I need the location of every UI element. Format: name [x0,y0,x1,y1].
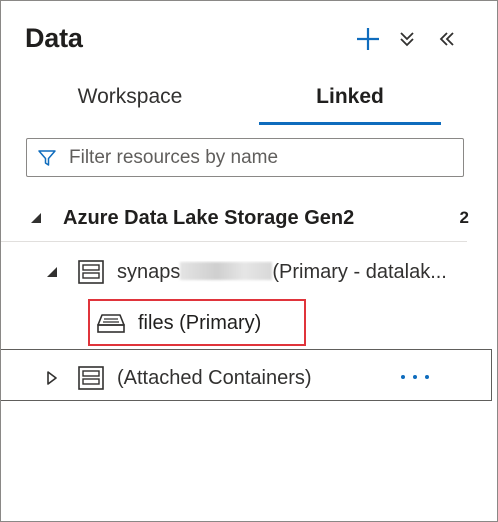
redacted-text [180,261,273,280]
tree-group-label: Azure Data Lake Storage Gen2 [63,206,355,229]
filter-input[interactable] [67,141,463,174]
storage-account-name: synaps (Primary - datalak... [117,260,447,283]
caret-expanded-icon [31,213,41,223]
tree-item-files-container[interactable]: files (Primary) [96,304,261,342]
filter-box[interactable] [26,138,464,177]
container-icon [97,314,125,333]
more-actions-button[interactable] [398,367,432,387]
files-container-label: files (Primary) [138,311,262,334]
tree-item-storage-account[interactable]: synaps (Primary - datalak... [45,253,475,291]
storage-account-icon [78,366,104,390]
add-resource-button[interactable] [352,23,384,55]
collapse-all-button[interactable] [391,23,423,55]
tree-group-count: 2 [459,208,469,227]
chevron-double-left-icon [439,32,454,46]
data-panel: Data Workspace Linked Azure Data Lake St… [0,0,498,522]
panel-title: Data [25,23,83,53]
ellipsis-icon [401,375,429,379]
caret-collapsed-icon [47,371,57,385]
tree-group-adls-gen2[interactable]: Azure Data Lake Storage Gen2 2 [29,198,469,238]
hide-panel-button[interactable] [431,23,463,55]
chevron-double-down-icon [400,32,414,47]
tab-linked[interactable]: Linked [259,85,441,123]
divider [1,241,467,242]
tab-workspace[interactable]: Workspace [41,85,219,123]
active-tab-indicator [259,122,441,125]
storage-account-icon [78,260,104,284]
plus-icon [357,28,379,50]
caret-expanded-icon [47,267,57,277]
filter-icon [38,149,56,166]
attached-containers-label: (Attached Containers) [117,366,312,389]
